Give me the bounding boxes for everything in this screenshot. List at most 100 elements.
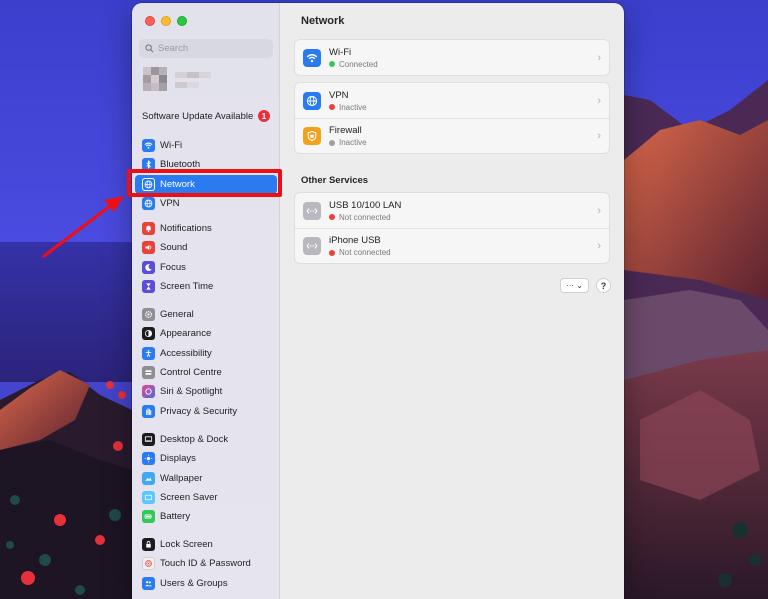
service-status: Not connected bbox=[329, 213, 401, 222]
status-dot-red bbox=[329, 249, 335, 256]
other-services-card: USB 10/100 LAN Not connected › iPhone US… bbox=[294, 192, 610, 264]
close-window-button[interactable] bbox=[145, 16, 155, 26]
service-name: Firewall bbox=[329, 125, 362, 136]
chevron-right-icon: › bbox=[597, 240, 601, 252]
window-controls bbox=[145, 16, 187, 26]
sidebar-item-label: Desktop & Dock bbox=[160, 434, 229, 446]
zoom-window-button[interactable] bbox=[177, 16, 187, 26]
update-count-badge: 1 bbox=[258, 110, 270, 122]
sidebar-item-label: Notifications bbox=[160, 223, 212, 235]
sidebar-item-displays[interactable]: Displays bbox=[132, 449, 280, 468]
appearance-icon bbox=[142, 327, 155, 341]
service-row-iphone-usb[interactable]: iPhone USB Not connected › bbox=[295, 228, 609, 263]
sidebar-item-label: Displays bbox=[160, 453, 196, 465]
sidebar-group-users: Lock Screen Touch ID & Password Users & … bbox=[132, 535, 280, 593]
service-row-firewall[interactable]: Firewall Inactive › bbox=[295, 118, 609, 153]
sidebar-item-users-groups[interactable]: Users & Groups bbox=[132, 574, 280, 593]
wifi-icon bbox=[142, 139, 155, 153]
sidebar-group-desktop: Desktop & Dock Displays Wallpaper Screen… bbox=[132, 430, 280, 526]
chevron-right-icon: › bbox=[597, 204, 601, 217]
sidebar-item-label: Wi-Fi bbox=[160, 140, 183, 152]
sidebar-item-screen-saver[interactable]: Screen Saver bbox=[132, 488, 280, 507]
sidebar-group-notifications: Notifications Sound Focus Screen Time bbox=[132, 219, 280, 296]
screen-saver-icon bbox=[142, 491, 155, 505]
ethernet-icon bbox=[303, 237, 321, 255]
sidebar-item-label: Privacy & Security bbox=[160, 405, 238, 417]
network-pane: Network Wi-Fi Connected › VPN Inactive ›… bbox=[280, 3, 624, 599]
service-status: Inactive bbox=[329, 138, 367, 147]
status-dot-gray bbox=[329, 139, 335, 146]
sidebar-item-general[interactable]: General bbox=[132, 305, 280, 324]
sidebar-item-wallpaper[interactable]: Wallpaper bbox=[132, 469, 280, 488]
annotation-arrow-icon bbox=[42, 196, 124, 258]
sidebar-item-screen-time[interactable]: Screen Time bbox=[132, 277, 280, 296]
sidebar-item-label: Control Centre bbox=[160, 367, 222, 379]
service-row-wifi[interactable]: Wi-Fi Connected › bbox=[295, 40, 609, 75]
service-status: Inactive bbox=[329, 103, 367, 112]
sidebar: Software Update Available 1 Wi-Fi Blueto… bbox=[132, 3, 280, 599]
sidebar-item-label: Screen Time bbox=[160, 281, 214, 293]
search-input[interactable] bbox=[158, 43, 268, 54]
ethernet-icon bbox=[303, 201, 321, 220]
sidebar-item-siri-spotlight[interactable]: Siri & Spotlight bbox=[132, 382, 280, 401]
sidebar-item-label: Focus bbox=[160, 261, 186, 273]
vpn-globe-icon bbox=[142, 197, 155, 211]
more-actions-dropdown[interactable]: ··· ⌄ bbox=[560, 278, 589, 293]
chevron-right-icon: › bbox=[597, 51, 601, 64]
moon-icon bbox=[142, 260, 155, 274]
fingerprint-icon bbox=[142, 557, 155, 571]
sidebar-group-general: General Appearance Accessibility Control… bbox=[132, 305, 280, 421]
sidebar-item-lock-screen[interactable]: Lock Screen bbox=[132, 535, 280, 554]
sidebar-item-label: VPN bbox=[160, 198, 180, 210]
sidebar-item-focus[interactable]: Focus bbox=[132, 258, 280, 277]
bell-icon bbox=[142, 222, 155, 236]
vpn-globe-icon bbox=[303, 91, 321, 110]
chevron-right-icon: › bbox=[597, 130, 601, 142]
shield-icon bbox=[303, 127, 321, 145]
sidebar-item-label: Wallpaper bbox=[160, 472, 203, 484]
service-name: Wi-Fi bbox=[329, 46, 352, 58]
annotation-highlight-box bbox=[127, 169, 282, 197]
hourglass-icon bbox=[142, 280, 155, 294]
status-dot-red bbox=[329, 104, 335, 110]
wifi-card: Wi-Fi Connected › bbox=[294, 39, 610, 76]
service-row-vpn[interactable]: VPN Inactive › bbox=[295, 83, 609, 118]
sidebar-item-sound[interactable]: Sound bbox=[132, 238, 280, 257]
sidebar-item-accessibility[interactable]: Accessibility bbox=[132, 344, 280, 363]
dock-icon bbox=[142, 433, 155, 447]
service-name: USB 10/100 LAN bbox=[329, 199, 402, 211]
software-update-row[interactable]: Software Update Available 1 bbox=[142, 108, 270, 124]
sidebar-item-label: Sound bbox=[160, 242, 188, 254]
software-update-label: Software Update Available bbox=[142, 110, 254, 122]
search-icon bbox=[145, 44, 154, 53]
sidebar-item-touch-id[interactable]: Touch ID & Password bbox=[132, 554, 280, 573]
chevron-right-icon: › bbox=[597, 94, 601, 107]
other-services-heading: Other Services bbox=[301, 175, 369, 186]
sidebar-item-label: General bbox=[160, 309, 194, 321]
sidebar-item-control-centre[interactable]: Control Centre bbox=[132, 363, 280, 382]
sidebar-item-label: Accessibility bbox=[160, 347, 212, 359]
sidebar-item-notifications[interactable]: Notifications bbox=[132, 219, 280, 238]
sidebar-item-label: Siri & Spotlight bbox=[160, 386, 223, 398]
help-button[interactable]: ? bbox=[596, 278, 611, 293]
sidebar-item-appearance[interactable]: Appearance bbox=[132, 324, 280, 343]
user-profile-blurred[interactable] bbox=[143, 67, 223, 93]
sidebar-item-label: Appearance bbox=[160, 328, 212, 340]
search-field[interactable] bbox=[139, 39, 273, 58]
control-centre-icon bbox=[142, 366, 155, 380]
battery-icon bbox=[142, 510, 155, 524]
sidebar-item-label: Battery bbox=[160, 511, 191, 523]
sidebar-item-label: Touch ID & Password bbox=[160, 558, 251, 570]
sidebar-item-battery[interactable]: Battery bbox=[132, 507, 280, 526]
service-status: Connected bbox=[329, 60, 378, 69]
minimize-window-button[interactable] bbox=[161, 16, 171, 26]
service-row-usb-lan[interactable]: USB 10/100 LAN Not connected › bbox=[295, 193, 609, 228]
sidebar-item-desktop-dock[interactable]: Desktop & Dock bbox=[132, 430, 280, 449]
speaker-icon bbox=[142, 241, 155, 255]
sun-icon bbox=[142, 452, 155, 466]
status-dot-green bbox=[329, 61, 335, 67]
hand-icon bbox=[142, 404, 155, 418]
sidebar-item-wifi[interactable]: Wi-Fi bbox=[132, 136, 280, 155]
sidebar-item-privacy-security[interactable]: Privacy & Security bbox=[132, 401, 280, 420]
security-card: VPN Inactive › Firewall Inactive › bbox=[294, 82, 610, 154]
